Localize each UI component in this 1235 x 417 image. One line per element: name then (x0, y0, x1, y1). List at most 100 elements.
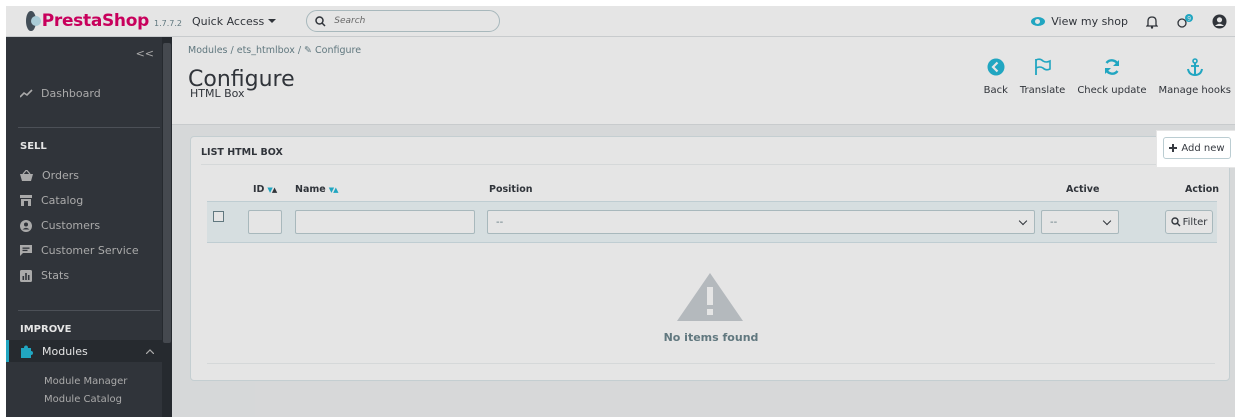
search-box[interactable] (306, 10, 501, 32)
eye-icon (1031, 17, 1046, 26)
brand-version: 1.7.7.2 (154, 18, 182, 28)
puzzle-icon (21, 345, 33, 358)
check-update-button[interactable]: Check update (1077, 57, 1147, 96)
search-icon (1170, 217, 1181, 227)
add-new-button[interactable]: Add new (1163, 137, 1231, 159)
column-active-label: Active (1066, 184, 1100, 195)
select-all-checkbox[interactable] (213, 211, 224, 222)
quick-access-label: Quick Access (192, 14, 265, 28)
sidebar-item-customer-service[interactable]: Customer Service (20, 244, 139, 257)
column-header-active: Active (1066, 184, 1099, 195)
warning-icon (677, 273, 743, 321)
active-filter-select[interactable]: -- (1041, 210, 1119, 234)
section-improve-title: IMPROVE (20, 324, 72, 335)
sidebar-item-label: Customers (41, 219, 101, 232)
list-panel: LIST HTML BOX ID ▼▲ Name ▼▲ Position Act… (190, 136, 1230, 381)
sidebar-item-label: Customer Service (41, 244, 139, 257)
sidebar-divider (18, 310, 160, 311)
sidebar-subitem-module-manager[interactable]: Module Manager (44, 376, 127, 387)
column-action-label: Action (1185, 184, 1220, 195)
sidebar-item-dashboard[interactable]: Dashboard (20, 87, 101, 100)
quick-access-dropdown[interactable]: Quick Access (192, 14, 277, 28)
column-name-label: Name (295, 184, 326, 195)
translate-label: Translate (1019, 85, 1066, 96)
sidebar-item-modules[interactable]: Modules (6, 340, 162, 362)
translate-button[interactable]: Translate (1020, 57, 1065, 96)
sidebar-item-orders[interactable]: Orders (20, 169, 79, 182)
refresh-icon (1104, 59, 1120, 75)
store-icon (20, 195, 32, 206)
sidebar-divider (18, 127, 160, 128)
brand-name: PrestaShop (41, 11, 150, 31)
sidebar-item-catalog[interactable]: Catalog (20, 194, 83, 207)
panel-divider (201, 164, 1219, 165)
chat-icon (20, 245, 32, 256)
sort-arrows-icon[interactable]: ▼▲ (267, 186, 277, 194)
sidebar-item-label: Modules (42, 344, 88, 358)
search-input[interactable] (334, 16, 465, 26)
trending-up-icon (20, 89, 33, 98)
filter-label: Filter (1182, 216, 1208, 228)
anchor-icon (1186, 57, 1203, 76)
sidebar-item-customers[interactable]: Customers (20, 219, 100, 232)
column-header-id[interactable]: ID ▼▲ (253, 184, 277, 195)
sidebar-subitem-module-catalog[interactable]: Module Catalog (44, 394, 122, 405)
plus-icon (1169, 144, 1178, 152)
view-shop-label: View my shop (1051, 15, 1128, 28)
caret-down-icon (268, 19, 277, 23)
header-toolbar: Back Translate Check update Manage hooks (984, 57, 1231, 96)
page-subtitle: HTML Box (190, 87, 245, 100)
position-filter-select[interactable]: -- (487, 210, 1035, 234)
id-filter-input[interactable] (248, 210, 282, 234)
basket-icon (20, 170, 33, 181)
view-shop-link[interactable]: View my shop (1031, 15, 1128, 28)
app-frame: PrestaShop 1.7.7.2 Quick Access View my … (6, 6, 1235, 417)
account-circle-icon (20, 219, 32, 232)
prestashop-logo-icon (26, 11, 41, 31)
sidebar-scrollbar[interactable] (162, 37, 172, 417)
name-filter-input[interactable] (295, 210, 475, 234)
chevron-up-icon (146, 349, 154, 354)
sidebar-item-stats[interactable]: Stats (20, 269, 69, 282)
page-header: Modules / ets_htmlbox / ✎ Configure Conf… (172, 37, 1235, 125)
sidebar-item-label: Catalog (41, 194, 84, 207)
sidebar-item-label: Dashboard (41, 87, 101, 100)
column-header-position: Position (489, 184, 533, 195)
back-arrow-icon (987, 58, 1005, 76)
bar-chart-icon (20, 269, 32, 282)
sidebar-item-label: Stats (41, 269, 70, 282)
column-header-name[interactable]: Name ▼▲ (295, 184, 338, 195)
breadcrumb[interactable]: Modules / ets_htmlbox / ✎ Configure (188, 45, 361, 56)
user-avatar-icon[interactable] (1212, 14, 1227, 29)
manage-hooks-label: Manage hooks (1158, 85, 1231, 96)
scrollbar-thumb[interactable] (163, 43, 171, 343)
active-select-value: -- (1050, 216, 1058, 228)
filter-button[interactable]: Filter (1165, 210, 1213, 234)
top-bar: PrestaShop 1.7.7.2 Quick Access View my … (6, 6, 1235, 37)
manage-hooks-button[interactable]: Manage hooks (1159, 57, 1231, 96)
chevron-down-icon (1018, 216, 1028, 226)
search-icon (315, 15, 326, 27)
empty-state-text: No items found (663, 331, 759, 344)
bell-icon[interactable] (1146, 15, 1158, 29)
filter-row: -- -- Filter (207, 201, 1217, 243)
chevron-down-icon (1102, 216, 1112, 226)
employee-badge-icon[interactable]: 9 (1176, 13, 1194, 30)
top-right-actions: View my shop 9 (1031, 6, 1227, 37)
logo[interactable]: PrestaShop 1.7.7.2 (6, 11, 182, 31)
flag-icon (1034, 58, 1051, 75)
back-label: Back (983, 85, 1008, 96)
back-button[interactable]: Back (984, 57, 1008, 96)
sidebar-item-label: Orders (42, 169, 79, 182)
position-select-value: -- (496, 216, 504, 228)
check-update-label: Check update (1077, 85, 1147, 96)
sort-arrows-icon[interactable]: ▼▲ (329, 186, 339, 194)
column-id-label: ID (253, 184, 265, 195)
add-new-highlight: Add new (1157, 131, 1235, 167)
section-sell-title: SELL (20, 141, 47, 152)
collapse-sidebar-button[interactable]: << (136, 47, 154, 60)
panel-bottom-divider (207, 363, 1215, 364)
add-new-label: Add new (1181, 142, 1225, 154)
column-position-label: Position (489, 184, 533, 195)
column-header-action: Action (1185, 184, 1219, 195)
